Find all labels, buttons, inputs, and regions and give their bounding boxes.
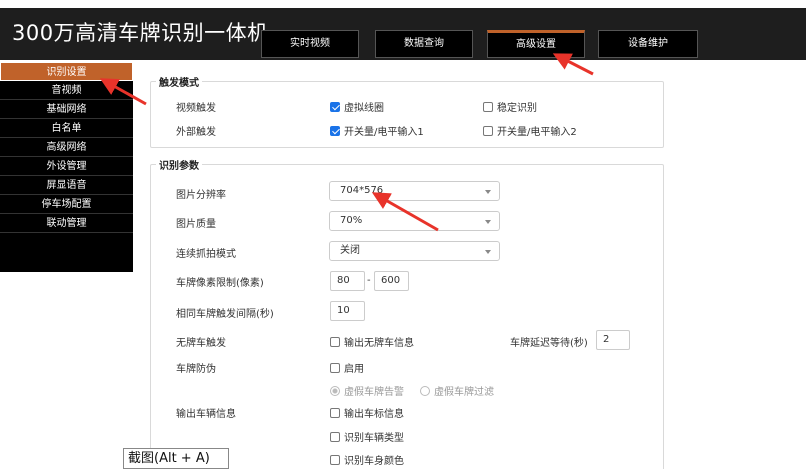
plate-delay-input[interactable]: 2 bbox=[596, 330, 630, 350]
tab-live-video[interactable]: 实时视频 bbox=[261, 30, 359, 58]
plate-delay-label: 车牌延迟等待(秒) bbox=[510, 338, 588, 349]
fake-plate-alarm-radio[interactable]: 虚假车牌告警 bbox=[330, 383, 404, 398]
quality-label: 图片质量 bbox=[176, 219, 216, 230]
sidebar-item-linkage-management[interactable]: 联动管理 bbox=[0, 214, 133, 233]
sidebar: 识别设置 音视频 基础网络 白名单 高级网络 外设管理 屏显语音 停车场配置 联… bbox=[0, 62, 133, 272]
anti-fake-label: 车牌防伪 bbox=[176, 364, 216, 375]
recognition-params-legend: 识别参数 bbox=[159, 161, 199, 172]
same-plate-interval-input[interactable]: 10 bbox=[330, 301, 365, 321]
tab-advanced-settings[interactable]: 高级设置 bbox=[487, 30, 585, 58]
checkbox-empty-icon bbox=[330, 362, 340, 373]
plate-pixel-max-input[interactable]: 600 bbox=[374, 271, 409, 291]
switch-input-1-label: 开关量/电平输入1 bbox=[344, 127, 424, 138]
fake-plate-alarm-label: 虚假车牌告警 bbox=[344, 387, 404, 398]
quality-value: 70% bbox=[340, 215, 363, 226]
switch-input-2-label: 开关量/电平输入2 bbox=[497, 127, 577, 138]
resolution-select[interactable]: 704*576 bbox=[329, 181, 500, 201]
vehicle-logo-checkbox[interactable]: 输出车标信息 bbox=[330, 405, 404, 420]
sidebar-item-parking-config[interactable]: 停车场配置 bbox=[0, 195, 133, 214]
checkbox-checked-icon bbox=[330, 125, 340, 136]
vehicle-type-label: 识别车辆类型 bbox=[344, 433, 404, 444]
checkbox-empty-icon bbox=[330, 407, 340, 418]
chevron-down-icon bbox=[485, 250, 491, 254]
checkbox-checked-icon bbox=[330, 101, 340, 112]
trigger-mode-legend: 触发模式 bbox=[159, 78, 199, 89]
header-bar: 300万高清车牌识别一体机 实时视频 数据查询 高级设置 设备维护 bbox=[0, 0, 806, 60]
fake-plate-filter-label: 虚假车牌过滤 bbox=[434, 387, 494, 398]
sidebar-item-advanced-network[interactable]: 高级网络 bbox=[0, 138, 133, 157]
sidebar-item-screen-voice[interactable]: 屏显语音 bbox=[0, 176, 133, 195]
stable-recognition-label: 稳定识别 bbox=[497, 103, 537, 114]
screenshot-tooltip: 截图(Alt + A) bbox=[123, 448, 229, 469]
vehicle-info-label: 输出车辆信息 bbox=[176, 409, 236, 420]
vehicle-logo-label: 输出车标信息 bbox=[344, 409, 404, 420]
radio-selected-icon bbox=[330, 385, 340, 396]
plate-pixel-limit-label: 车牌像素限制(像素) bbox=[176, 278, 264, 289]
resolution-label: 图片分辨率 bbox=[176, 190, 226, 201]
vehicle-type-checkbox[interactable]: 识别车辆类型 bbox=[330, 429, 404, 444]
output-no-plate-checkbox[interactable]: 输出无牌车信息 bbox=[330, 334, 414, 349]
tab-data-query[interactable]: 数据查询 bbox=[375, 30, 473, 58]
chevron-down-icon bbox=[485, 190, 491, 194]
stable-recognition-checkbox[interactable]: 稳定识别 bbox=[483, 99, 537, 114]
sidebar-item-peripheral-management[interactable]: 外设管理 bbox=[0, 157, 133, 176]
anti-fake-enable-checkbox[interactable]: 启用 bbox=[330, 360, 364, 375]
switch-input-2-checkbox[interactable]: 开关量/电平输入2 bbox=[483, 123, 577, 138]
video-trigger-label: 视频触发 bbox=[176, 103, 216, 114]
top-strip bbox=[0, 0, 806, 8]
radio-empty-icon bbox=[420, 385, 430, 396]
checkbox-empty-icon bbox=[330, 454, 340, 465]
checkbox-empty-icon bbox=[483, 125, 493, 136]
range-separator: - bbox=[367, 275, 371, 286]
checkbox-empty-icon bbox=[330, 431, 340, 442]
switch-input-1-checkbox[interactable]: 开关量/电平输入1 bbox=[330, 123, 424, 138]
anti-fake-enable-label: 启用 bbox=[344, 364, 364, 375]
external-trigger-label: 外部触发 bbox=[176, 127, 216, 138]
burst-mode-label: 连续抓拍模式 bbox=[176, 249, 236, 260]
sidebar-item-basic-network[interactable]: 基础网络 bbox=[0, 100, 133, 119]
chevron-down-icon bbox=[485, 220, 491, 224]
virtual-loop-label: 虚拟线圈 bbox=[344, 103, 384, 114]
checkbox-empty-icon bbox=[483, 101, 493, 112]
burst-mode-select[interactable]: 关闭 bbox=[329, 241, 500, 261]
tab-device-maintenance[interactable]: 设备维护 bbox=[598, 30, 698, 58]
virtual-loop-checkbox[interactable]: 虚拟线圈 bbox=[330, 99, 384, 114]
plate-pixel-min-input[interactable]: 80 bbox=[330, 271, 365, 291]
sidebar-item-whitelist[interactable]: 白名单 bbox=[0, 119, 133, 138]
app-title: 300万高清车牌识别一体机 bbox=[12, 21, 269, 45]
same-plate-interval-label: 相同车牌触发间隔(秒) bbox=[176, 309, 274, 320]
sidebar-item-audio-video[interactable]: 音视频 bbox=[0, 81, 133, 100]
burst-mode-value: 关闭 bbox=[340, 245, 360, 256]
output-no-plate-label: 输出无牌车信息 bbox=[344, 338, 414, 349]
no-plate-trigger-label: 无牌车触发 bbox=[176, 338, 226, 349]
sidebar-item-recognition-settings[interactable]: 识别设置 bbox=[0, 62, 133, 81]
resolution-value: 704*576 bbox=[340, 185, 384, 196]
vehicle-color-label: 识别车身颜色 bbox=[344, 456, 404, 467]
quality-select[interactable]: 70% bbox=[329, 211, 500, 231]
checkbox-empty-icon bbox=[330, 336, 340, 347]
fake-plate-filter-radio[interactable]: 虚假车牌过滤 bbox=[420, 383, 494, 398]
vehicle-color-checkbox[interactable]: 识别车身颜色 bbox=[330, 452, 404, 467]
